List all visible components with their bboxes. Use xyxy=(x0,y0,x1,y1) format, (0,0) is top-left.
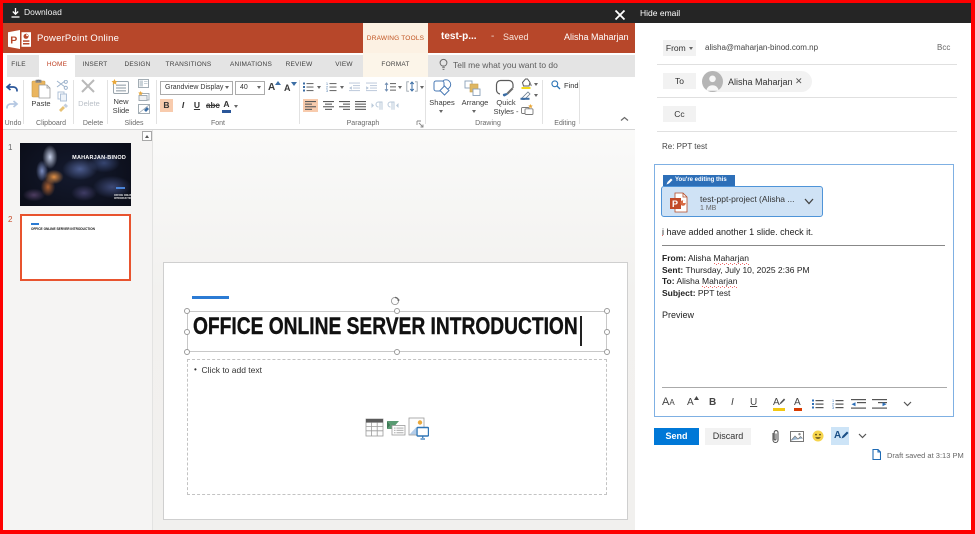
svg-text:3: 3 xyxy=(326,89,328,92)
svg-text:P: P xyxy=(672,199,678,209)
svg-text:3: 3 xyxy=(832,406,834,409)
svg-text:P: P xyxy=(10,35,17,47)
